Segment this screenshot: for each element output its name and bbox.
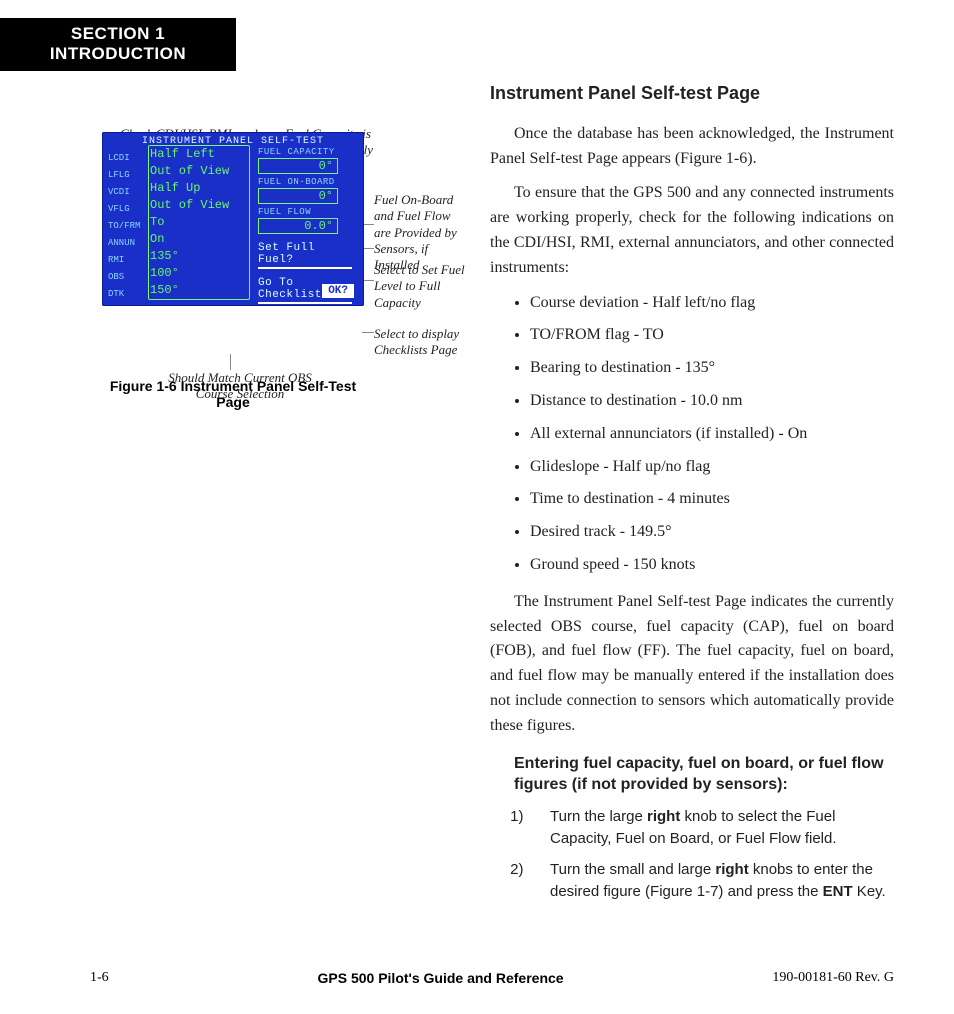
body-p1: Once the database has been acknowledged,… xyxy=(490,122,894,172)
list-item: All external annunciators (if installed)… xyxy=(530,422,894,447)
value-lflg: Out of View xyxy=(150,163,246,180)
fuel-onboard-value: 0° xyxy=(258,188,338,204)
step-2: Turn the small and large right knobs to … xyxy=(536,859,894,903)
fuel-flow-label: FUEL FLOW xyxy=(258,207,356,217)
fuel-flow-value: 0.0° xyxy=(258,218,338,234)
body-p2: To ensure that the GPS 500 and any conne… xyxy=(490,181,894,280)
list-item: Course deviation - Half left/no flag xyxy=(530,291,894,316)
label-lcdi: LCDI xyxy=(108,150,148,167)
label-tofrm: TO/FRM xyxy=(108,218,148,235)
annotation-obs-course: Should Match Current OBS Course Selectio… xyxy=(150,370,330,403)
value-lcdi: Half Left xyxy=(150,146,246,163)
body-text: Instrument Panel Self-test Page Once the… xyxy=(490,80,894,913)
section-header-line2: INTRODUCTION xyxy=(0,44,236,64)
value-vflg: Out of View xyxy=(150,197,246,214)
value-dtk: 150° xyxy=(150,282,246,299)
step-1: Turn the large right knob to select the … xyxy=(536,806,894,850)
figure-1-6: Check CDI/HSI, RMI, and Other Instrument… xyxy=(90,132,450,410)
annotation-set-full-fuel: Select to Set Fuel Level to Full Capacit… xyxy=(374,262,469,311)
screen-row-labels: LCDI LFLG VCDI VFLG TO/FRM ANNUN RMI OBS… xyxy=(108,150,148,303)
list-item: Distance to destination - 10.0 nm xyxy=(530,389,894,414)
leader-line xyxy=(230,354,231,370)
list-item: Bearing to destination - 135° xyxy=(530,356,894,381)
body-subhead: Entering fuel capacity, fuel on board, o… xyxy=(514,753,894,796)
value-rmi: 135° xyxy=(150,248,246,265)
label-rmi: RMI xyxy=(108,252,148,269)
fuel-section: FUEL CAPACITY 0° FUEL ON-BOARD 0° FUEL F… xyxy=(258,144,356,304)
leader-line xyxy=(362,332,374,333)
footer-page-number: 1-6 xyxy=(90,970,109,986)
section-header: SECTION 1 INTRODUCTION xyxy=(0,18,236,71)
label-dtk: DTK xyxy=(108,286,148,303)
label-lflg: LFLG xyxy=(108,167,148,184)
page-footer: 1-6 GPS 500 Pilot's Guide and Reference … xyxy=(90,970,894,986)
ok-button: OK? xyxy=(322,284,354,298)
body-heading: Instrument Panel Self-test Page xyxy=(490,80,894,108)
list-item: Glideslope - Half up/no flag xyxy=(530,455,894,480)
fuel-capacity-value: 0° xyxy=(258,158,338,174)
steps-list: Turn the large right knob to select the … xyxy=(514,806,894,903)
label-vflg: VFLG xyxy=(108,201,148,218)
fuel-capacity-label: FUEL CAPACITY xyxy=(258,147,356,157)
annotation-checklists: Select to display Checklists Page xyxy=(374,326,474,359)
value-vcdi: Half Up xyxy=(150,180,246,197)
list-item: Time to destination - 4 minutes xyxy=(530,487,894,512)
label-vcdi: VCDI xyxy=(108,184,148,201)
section-header-line1: SECTION 1 xyxy=(0,24,236,44)
value-tofrm: To xyxy=(150,214,246,231)
instrument-panel-screen: INSTRUMENT PANEL SELF-TEST LCDI LFLG VCD… xyxy=(102,132,364,306)
list-item: TO/FROM flag - TO xyxy=(530,323,894,348)
footer-docid: 190-00181-60 Rev. G xyxy=(772,970,894,986)
list-item: Desired track - 149.5° xyxy=(530,520,894,545)
indications-list: Course deviation - Half left/no flag TO/… xyxy=(490,291,894,578)
label-annun: ANNUN xyxy=(108,235,148,252)
label-obs: OBS xyxy=(108,269,148,286)
value-annun: On xyxy=(150,231,246,248)
list-item: Ground speed - 150 knots xyxy=(530,553,894,578)
screen-values: Half Left Out of View Half Up Out of Vie… xyxy=(150,146,246,299)
footer-title: GPS 500 Pilot's Guide and Reference xyxy=(318,970,564,986)
value-obs: 100° xyxy=(150,265,246,282)
body-p3: The Instrument Panel Self-test Page indi… xyxy=(490,590,894,739)
set-full-fuel-button: Set Full Fuel? xyxy=(258,242,352,269)
fuel-onboard-label: FUEL ON-BOARD xyxy=(258,177,356,187)
